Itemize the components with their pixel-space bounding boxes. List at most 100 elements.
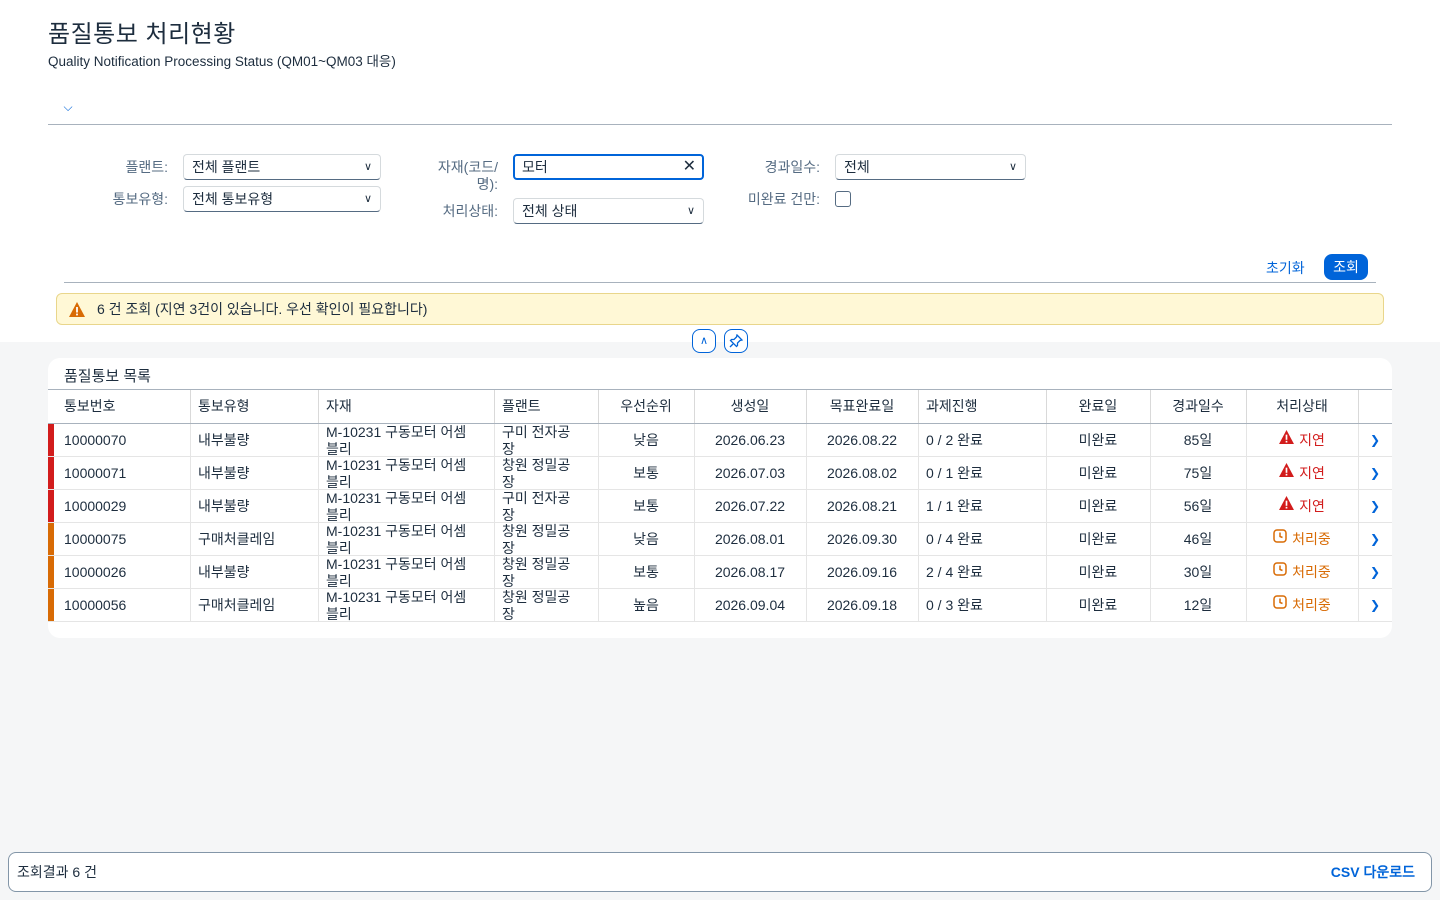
table-row[interactable]: 10000029 내부불량 M-10231 구동모터 어셈 블리 구미 전자공 장 보통 20… xyxy=(48,490,1392,523)
cell-line: 블리 xyxy=(326,540,352,555)
column-divider xyxy=(918,424,919,456)
column-divider xyxy=(918,490,919,522)
chevron-right-icon[interactable]: ❯ xyxy=(1370,556,1380,589)
cell-line: 장 xyxy=(502,441,515,456)
error-icon xyxy=(1279,457,1295,489)
chevron-right-icon[interactable]: ❯ xyxy=(1370,457,1380,490)
table-row[interactable]: 10000075 구매처클레임 M-10231 구동모터 어셈 블리 창원 정밀공 장 낮음… xyxy=(48,523,1392,556)
reset-button[interactable]: 초기화 xyxy=(1260,256,1311,280)
elapsed-select[interactable]: 전체 ∨ xyxy=(835,154,1026,180)
plant-select-value: 전체 플랜트 xyxy=(192,159,261,175)
column-header[interactable]: 생성일 xyxy=(694,390,806,423)
table-title: 품질통보 목록 xyxy=(64,368,151,385)
table-cell: 10000026 xyxy=(64,564,127,580)
status-text: 처리중 xyxy=(1292,531,1331,547)
pin-header-button[interactable] xyxy=(724,329,748,353)
cell-line: M-10231 구동모터 어셈 xyxy=(326,556,467,572)
incomplete-label: 미완료 건만: xyxy=(747,191,820,207)
column-divider xyxy=(598,424,599,456)
table-cell: 보통 xyxy=(633,465,659,481)
table-cell: 2026.07.03 xyxy=(714,465,786,481)
column-header[interactable]: 통보유형 xyxy=(190,390,318,423)
chevron-right-icon[interactable]: ❯ xyxy=(1370,589,1380,622)
table-cell: 미완료 xyxy=(1078,597,1118,613)
column-header[interactable]: 우선순위 xyxy=(598,390,694,423)
table-cell: 10000070 xyxy=(64,432,127,448)
table-cell: 10000071 xyxy=(64,465,127,481)
table-cell: 미완료 xyxy=(1078,432,1118,448)
plant-select[interactable]: 전체 플랜트 ∨ xyxy=(183,154,381,180)
chevron-down-icon[interactable]: ⌵ xyxy=(60,99,76,115)
column-divider xyxy=(694,589,695,621)
chevron-right-icon[interactable]: ❯ xyxy=(1370,490,1380,523)
table-cell: 2026.08.22 xyxy=(826,432,898,448)
status-select-value: 전체 상태 xyxy=(522,203,578,219)
csv-download-button[interactable]: CSV 다운로드 xyxy=(1331,853,1415,891)
column-divider xyxy=(494,523,495,555)
column-header[interactable]: 경과일수 xyxy=(1150,390,1246,423)
incomplete-checkbox[interactable] xyxy=(835,191,851,207)
column-divider xyxy=(1150,390,1151,423)
table-row[interactable]: 10000026 내부불량 M-10231 구동모터 어셈 블리 창원 정밀공 장 보통 20… xyxy=(48,556,1392,589)
column-header[interactable]: 플랜트 xyxy=(494,390,598,423)
column-divider xyxy=(1046,390,1047,423)
column-divider xyxy=(1358,490,1359,522)
column-divider xyxy=(1046,589,1047,621)
column-divider xyxy=(1150,457,1151,489)
column-divider xyxy=(190,457,191,489)
table-cell: 2026.07.22 xyxy=(714,498,786,514)
status-cell: 지연 xyxy=(1246,490,1358,522)
column-divider xyxy=(1046,457,1047,489)
column-header[interactable]: 완료일 xyxy=(1046,390,1150,423)
message-strip: 6 건 조회 (지연 3건이 있습니다. 우선 확인이 필요합니다) xyxy=(56,293,1384,325)
column-divider xyxy=(1358,424,1359,456)
table-cell: 56일 xyxy=(1183,498,1213,514)
column-divider xyxy=(1150,589,1151,621)
status-text: 처리중 xyxy=(1292,564,1331,580)
column-header[interactable]: 자재 xyxy=(318,390,494,423)
column-divider xyxy=(806,589,807,621)
column-divider xyxy=(1046,490,1047,522)
table-cell: 2 / 4 완료 xyxy=(926,564,983,580)
table-cell: 2026.09.18 xyxy=(826,597,898,613)
collapse-header-button[interactable]: ∧ xyxy=(692,329,716,353)
table-row[interactable]: 10000056 구매처클레임 M-10231 구동모터 어셈 블리 창원 정밀공 장 높음… xyxy=(48,589,1392,622)
column-divider xyxy=(190,589,191,621)
clock-icon xyxy=(1273,556,1287,588)
page-subtitle: Quality Notification Processing Status (… xyxy=(48,54,396,69)
warning-icon xyxy=(69,302,85,317)
column-divider xyxy=(598,589,599,621)
plant-cell: 창원 정밀공 장 xyxy=(494,457,598,489)
status-text: 지연 xyxy=(1299,465,1325,481)
status-text: 지연 xyxy=(1299,432,1325,448)
column-header[interactable]: 과제진행 xyxy=(918,390,1046,423)
column-header[interactable]: 통보번호 xyxy=(54,390,190,423)
material-input[interactable]: 모터 ✕ xyxy=(513,154,704,180)
column-divider xyxy=(694,457,695,489)
table-cell: 내부불량 xyxy=(198,432,250,448)
clear-icon[interactable]: ✕ xyxy=(683,156,696,178)
status-label: 처리상태: xyxy=(442,203,498,219)
cell-line: 구미 전자공 xyxy=(502,490,571,506)
table-row[interactable]: 10000071 내부불량 M-10231 구동모터 어셈 블리 창원 정밀공 장 보통 20… xyxy=(48,457,1392,490)
chevron-right-icon[interactable]: ❯ xyxy=(1370,523,1380,556)
column-divider xyxy=(318,390,319,423)
material-label-line2: 명): xyxy=(476,176,498,192)
notification-table-card: 품질통보 목록 통보번호 통보유형 자재 플랜트 우선순위 생성일 목표완료일 과제진행 완료일… xyxy=(48,358,1392,638)
table-cell: 미완료 xyxy=(1078,564,1118,580)
column-header[interactable]: 목표완료일 xyxy=(806,390,918,423)
table-cell: 2026.09.04 xyxy=(714,597,786,613)
table-cell: 10000075 xyxy=(64,531,127,547)
status-cell: 지연 xyxy=(1246,457,1358,489)
status-cell: 처리중 xyxy=(1246,523,1358,555)
search-button[interactable]: 조회 xyxy=(1324,254,1368,280)
chevron-right-icon[interactable]: ❯ xyxy=(1370,424,1380,457)
column-divider xyxy=(190,523,191,555)
table-row[interactable]: 10000070 내부불량 M-10231 구동모터 어셈 블리 구미 전자공 장 낮음 20… xyxy=(48,424,1392,457)
status-select[interactable]: 전체 상태 ∨ xyxy=(513,198,704,224)
column-divider xyxy=(1246,490,1247,522)
column-header[interactable]: 처리상태 xyxy=(1246,390,1358,423)
notif-type-select[interactable]: 전체 통보유형 ∨ xyxy=(183,186,381,212)
chevron-down-icon: ∨ xyxy=(1008,161,1017,173)
material-cell: M-10231 구동모터 어셈 블리 xyxy=(318,457,494,489)
